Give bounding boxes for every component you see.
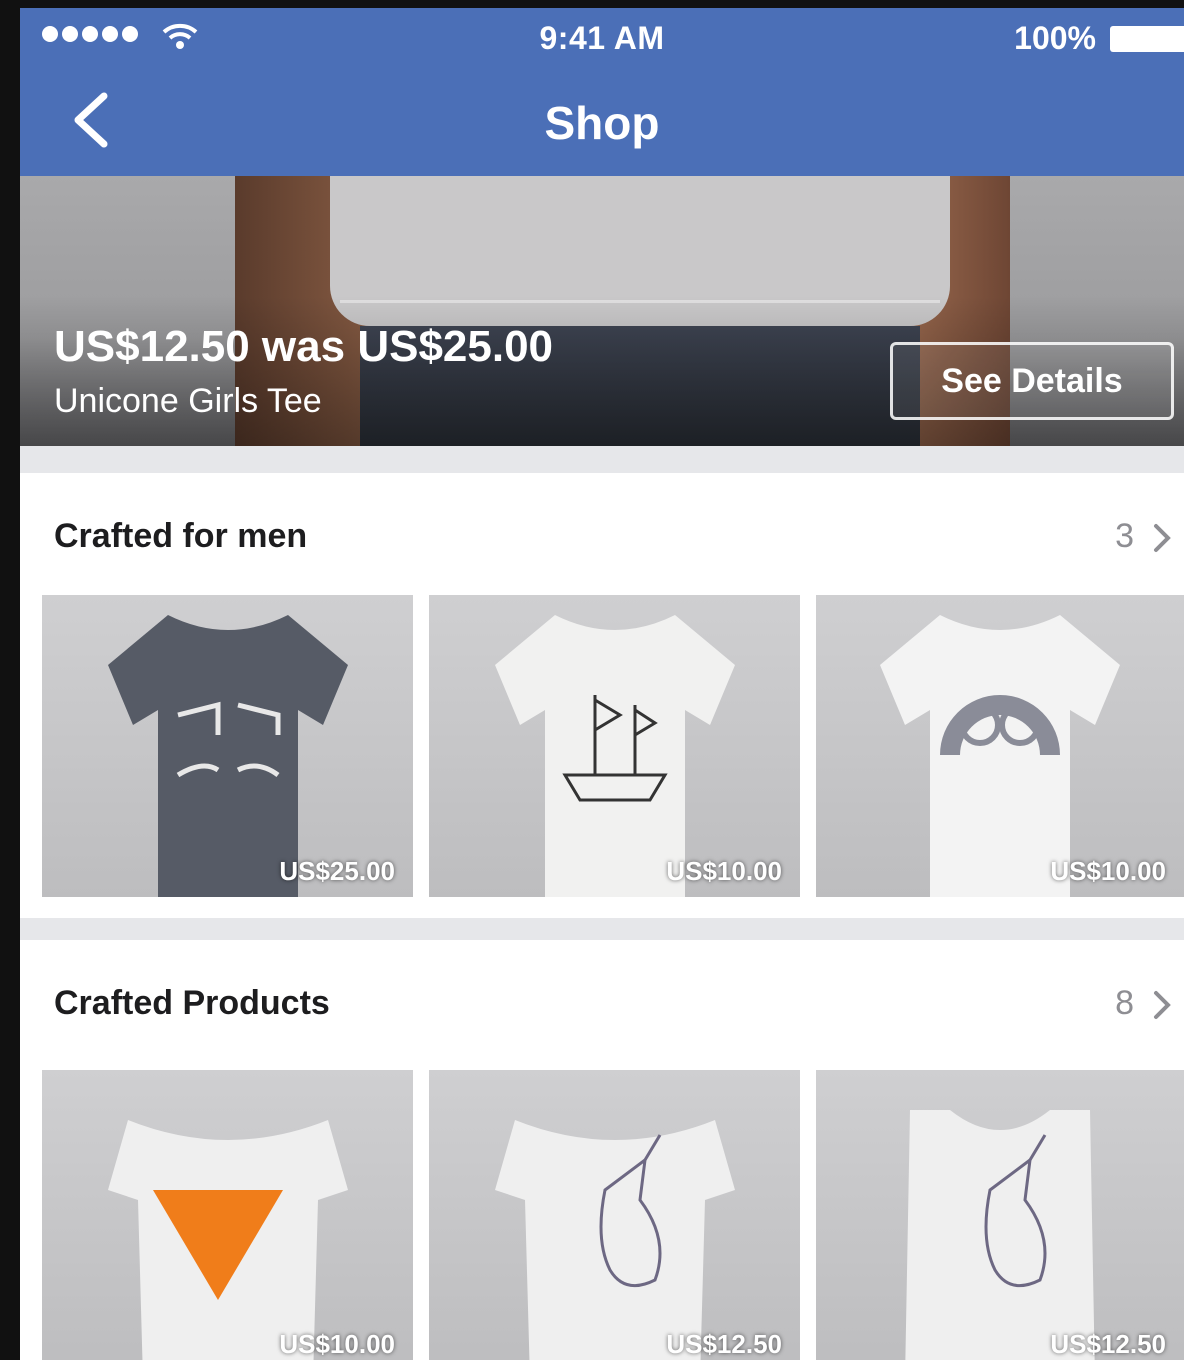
status-bar: 9:41 AM 100% <box>20 8 1184 64</box>
section-crafted-for-men: Crafted for men 3 US$25.00 US$10.00 US$1… <box>20 473 1184 918</box>
tshirt-image <box>494 615 735 897</box>
section-count: 3 <box>1115 517 1134 555</box>
section-header[interactable]: Crafted for men 3 <box>20 473 1184 601</box>
tshirt-image <box>880 615 1120 897</box>
section-crafted-products: Crafted Products 8 US$10.00 US$12.50 US$… <box>20 940 1184 1360</box>
product-tile[interactable]: US$12.50 <box>816 1070 1184 1360</box>
section-count: 8 <box>1115 984 1134 1022</box>
product-price: US$12.50 <box>666 1329 782 1359</box>
product-price: US$10.00 <box>1050 856 1166 886</box>
product-price: US$10.00 <box>279 1329 395 1359</box>
tshirt-image <box>107 1120 348 1360</box>
product-price: US$12.50 <box>1050 1329 1166 1359</box>
product-tile[interactable]: US$10.00 <box>42 1070 413 1360</box>
section-title: Crafted Products <box>54 984 330 1022</box>
chevron-right-icon <box>1154 991 1171 1019</box>
tshirt-image <box>905 1110 1095 1360</box>
featured-product-name: Unicone Girls Tee <box>54 382 322 420</box>
product-tile[interactable]: US$10.00 <box>429 595 800 897</box>
page-title: Shop <box>544 97 660 149</box>
battery-percentage: 100% <box>1014 20 1096 56</box>
product-price: US$10.00 <box>666 856 782 886</box>
product-tile[interactable]: US$12.50 <box>429 1070 800 1360</box>
section-title: Crafted for men <box>54 517 308 555</box>
product-tile[interactable]: US$10.00 <box>816 595 1184 897</box>
shop-screen: 9:41 AM 100% Shop US$12.50 was US$25.00 … <box>20 8 1184 1360</box>
tshirt-image <box>494 1120 735 1360</box>
product-price: US$25.00 <box>279 856 395 886</box>
section-header[interactable]: Crafted Products 8 <box>20 940 1184 1068</box>
tshirt-image <box>107 615 348 897</box>
product-tile[interactable]: US$25.00 <box>42 595 413 897</box>
header: 9:41 AM 100% Shop <box>20 8 1184 176</box>
see-details-button[interactable]: See Details <box>890 342 1174 420</box>
status-time: 9:41 AM <box>539 20 665 56</box>
chevron-right-icon <box>1154 524 1171 552</box>
featured-price: US$12.50 was US$25.00 <box>54 322 554 371</box>
battery-icon <box>1110 26 1184 52</box>
